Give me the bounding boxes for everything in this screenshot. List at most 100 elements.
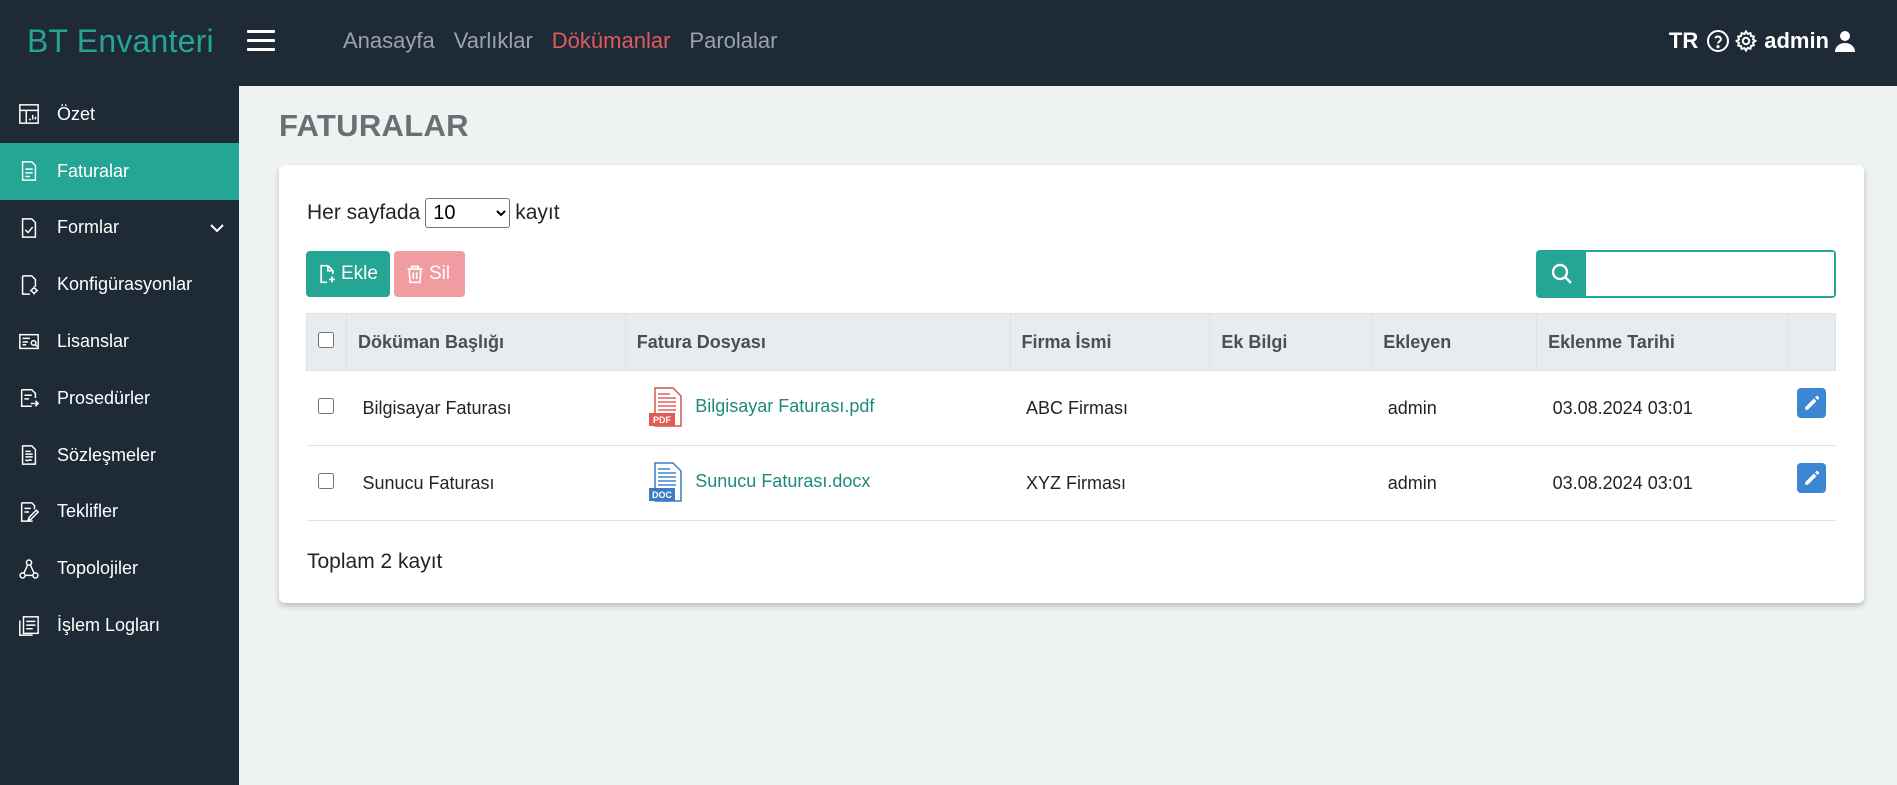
contract-icon — [21, 445, 37, 466]
nav-parolalar[interactable]: Parolalar — [689, 28, 777, 54]
actions-cell — [1787, 371, 1835, 446]
sidebar-item-label: Sözleşmeler — [57, 444, 157, 465]
file-type-label: PDF — [653, 415, 672, 425]
offer-icon — [20, 502, 40, 522]
nav-dokumanlar[interactable]: Dökümanlar — [552, 28, 671, 54]
column-header[interactable]: Firma İsmi — [1009, 313, 1211, 371]
procedure-icon — [20, 389, 40, 408]
sidebar-item-topolojiler[interactable]: Topolojiler — [0, 540, 239, 597]
trash-icon — [407, 265, 423, 284]
sidebar-item-prosedurler[interactable]: Prosedürler — [0, 370, 239, 427]
page-size-control: Her sayfada 10 kayıt — [307, 198, 560, 228]
sidebar-item-label: Teklifler — [57, 501, 119, 522]
sidebar-item-label: Lisanslar — [57, 331, 130, 352]
extra-info — [1210, 371, 1372, 446]
user-icon[interactable] — [1833, 29, 1857, 53]
select-all-checkbox[interactable] — [318, 331, 334, 348]
sidebar-item-faturalar[interactable]: Faturalar — [0, 142, 239, 200]
row-checkbox[interactable] — [317, 397, 334, 414]
edit-button[interactable] — [1797, 463, 1827, 493]
added-date: 03.08.2024 03:01 — [1552, 397, 1693, 418]
table-header-row: Döküman Başlığı Fatura Dosyası Firma İsm… — [306, 313, 1837, 371]
perpage-suffix: kayıt — [515, 201, 560, 224]
page-title: FATURALAR — [279, 108, 469, 143]
sidebar-item-ozet[interactable]: Özet — [0, 86, 239, 143]
row-select-cell — [307, 371, 347, 446]
actions-cell — [1787, 446, 1835, 521]
sidebar: Özet Faturalar Formlar Konfigürasyonlar … — [0, 86, 239, 785]
sidebar-item-label: Formlar — [57, 217, 119, 238]
add-button-label: Ekle — [341, 263, 378, 284]
column-header[interactable]: Eklenme Tarihi — [1536, 313, 1788, 371]
company-name: ABC Firması — [1026, 397, 1129, 418]
sidebar-item-label: Topolojiler — [57, 558, 139, 579]
pencil-icon — [1805, 470, 1820, 485]
file-cell: DOC Sunucu Faturası.docx — [625, 446, 1010, 521]
delete-button-label: Sil — [429, 263, 451, 284]
file-type-label: DOC — [652, 490, 673, 500]
column-header[interactable]: Döküman Başlığı — [345, 313, 626, 371]
sidebar-item-islem-loglari[interactable]: İşlem Logları — [0, 597, 239, 654]
nav-anasayfa[interactable]: Anasayfa — [343, 28, 435, 54]
doc-file-icon: DOC — [649, 462, 683, 502]
sidebar-item-sozlesmeler[interactable]: Sözleşmeler — [0, 427, 239, 484]
invoices-table: Döküman Başlığı Fatura Dosyası Firma İsm… — [306, 313, 1837, 521]
column-header[interactable]: Ek Bilgi — [1209, 313, 1373, 371]
column-header[interactable]: Fatura Dosyası — [624, 313, 1011, 371]
sidebar-item-label: Konfigürasyonlar — [57, 274, 193, 295]
select-all-cell — [306, 313, 347, 371]
sidebar-item-teklifler[interactable]: Teklifler — [0, 484, 239, 541]
log-icon — [19, 615, 39, 636]
menu-toggle-icon[interactable] — [247, 30, 275, 52]
added-date: 03.08.2024 03:01 — [1552, 472, 1693, 493]
search-box — [1536, 250, 1836, 298]
company-name: XYZ Firması — [1026, 472, 1127, 493]
added-by: admin — [1387, 472, 1437, 493]
file-add-icon — [320, 264, 335, 284]
file-link[interactable]: Bilgisayar Faturası.pdf — [695, 396, 874, 417]
nav-varliklar[interactable]: Varlıklar — [454, 28, 533, 54]
file-link[interactable]: Sunucu Faturası.docx — [695, 471, 870, 492]
document-title: Sunucu Faturası — [362, 472, 495, 493]
config-file-icon — [21, 274, 39, 295]
edit-button[interactable] — [1797, 388, 1827, 418]
search-button[interactable] — [1538, 252, 1586, 296]
topology-icon — [19, 559, 39, 579]
search-icon — [1551, 263, 1572, 284]
brand-logo[interactable]: BT Envanteri — [27, 23, 214, 60]
sidebar-item-label: Prosedürler — [57, 387, 151, 408]
top-nav: Anasayfa Varlıklar Dökümanlar Parolalar — [343, 28, 796, 54]
sidebar-item-label: Faturalar — [57, 160, 130, 181]
pencil-icon — [1805, 395, 1820, 410]
sidebar-item-konfigurasyonlar[interactable]: Konfigürasyonlar — [0, 256, 239, 313]
dashboard-icon — [19, 104, 39, 125]
help-icon[interactable] — [1706, 29, 1730, 53]
chevron-down-icon[interactable] — [209, 220, 225, 236]
search-input[interactable] — [1586, 252, 1834, 296]
actions-header — [1786, 313, 1837, 371]
language-selector[interactable]: TR — [1669, 28, 1698, 54]
add-button[interactable]: Ekle — [306, 251, 390, 297]
total-count: Toplam 2 kayıt — [307, 550, 443, 573]
perpage-prefix: Her sayfada — [307, 201, 421, 224]
extra-info — [1210, 446, 1372, 521]
top-navbar: BT Envanteri Anasayfa Varlıklar Dökümanl… — [0, 0, 1897, 86]
gear-icon[interactable] — [1734, 29, 1758, 53]
page-size-select[interactable]: 10 — [425, 198, 511, 228]
row-checkbox[interactable] — [317, 472, 334, 489]
form-check-icon — [21, 218, 37, 238]
delete-button[interactable]: Sil — [394, 251, 465, 297]
table-row: Sunucu Faturası DOC Sunucu Faturası.docx… — [306, 446, 1836, 521]
sidebar-item-lisanslar[interactable]: Lisanslar — [0, 313, 239, 370]
sidebar-item-label: Özet — [57, 103, 96, 124]
pdf-file-icon: PDF — [649, 387, 683, 427]
user-area: TR admin — [1669, 28, 1861, 54]
column-header[interactable]: Ekleyen — [1371, 313, 1538, 371]
user-name[interactable]: admin — [1764, 28, 1829, 54]
sidebar-item-formlar[interactable]: Formlar — [0, 200, 239, 257]
added-by: admin — [1387, 397, 1437, 418]
row-select-cell — [307, 446, 347, 521]
invoice-icon — [21, 161, 37, 182]
file-cell: PDF Bilgisayar Faturası.pdf — [625, 371, 1010, 446]
table-row: Bilgisayar Faturası PDF Bilgisayar Fatur… — [306, 371, 1836, 446]
